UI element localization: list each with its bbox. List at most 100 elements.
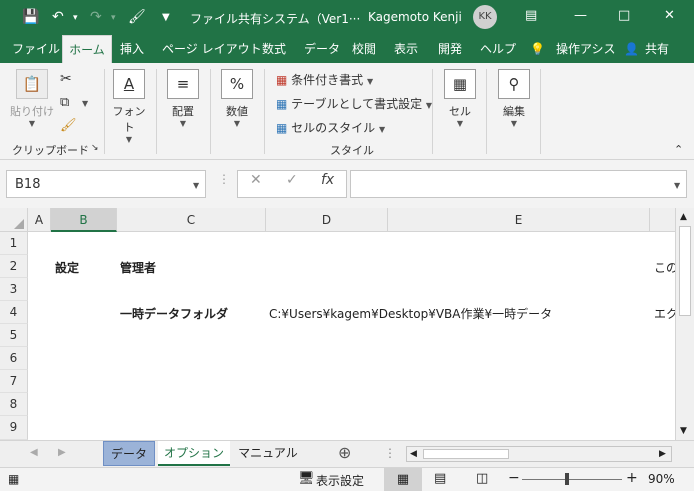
display-settings-icon[interactable]: 🖥 — [298, 471, 315, 486]
cell-styles-button[interactable]: ▦ セルのスタイル ▼ — [276, 119, 385, 136]
tab-file[interactable]: ファイル — [12, 35, 60, 63]
save-icon[interactable]: 💾 — [22, 9, 39, 25]
tab-help[interactable]: ヘルプ — [480, 35, 516, 63]
alignment-button[interactable]: ≡ 配置 ▼ — [162, 69, 204, 128]
user-name[interactable]: Kagemoto Kenji — [368, 10, 462, 24]
normal-view-icon[interactable]: ▦ — [384, 468, 422, 491]
row-header[interactable]: 3 — [0, 278, 28, 301]
sheet-tab-options[interactable]: オプション — [158, 441, 230, 466]
horizontal-scroll-thumb[interactable] — [423, 449, 509, 459]
worksheet-grid[interactable]: A B C D E 1 2 3 4 5 6 7 8 9 設定 管理者 この 一時… — [0, 208, 694, 440]
editing-button[interactable]: ⚲ 編集 ▼ — [494, 69, 534, 128]
zoom-out-icon[interactable]: − — [508, 470, 520, 486]
zoom-level[interactable]: 90% — [648, 472, 675, 486]
row-header[interactable]: 8 — [0, 393, 28, 416]
vertical-scrollbar[interactable]: ▲ ▼ — [675, 208, 694, 440]
column-header-e[interactable]: E — [388, 208, 650, 232]
cut-icon[interactable]: ✂ — [60, 71, 72, 87]
collapse-ribbon-icon[interactable]: ⌃ — [674, 143, 683, 156]
font-button[interactable]: A フォント ▼ — [108, 69, 150, 144]
scroll-up-icon[interactable]: ▲ — [680, 212, 687, 222]
percent-icon: % — [221, 69, 253, 99]
tab-data[interactable]: データ — [304, 35, 340, 63]
customize-quick-access-icon[interactable]: ▼ — [162, 12, 170, 23]
zoom-slider[interactable] — [522, 473, 622, 485]
share-button[interactable]: 共有 — [645, 35, 669, 63]
formula-input[interactable]: ▼ — [350, 170, 687, 198]
display-settings-button[interactable]: 表示設定 — [316, 472, 364, 489]
tab-insert[interactable]: 挿入 — [120, 35, 144, 63]
tab-formulas[interactable]: 数式 — [262, 35, 286, 63]
format-painter-icon[interactable]: 🖌 — [60, 118, 77, 133]
column-header-d[interactable]: D — [266, 208, 388, 232]
title-bar: 💾 ↶ ▾ ↷ ▾ 🖌 ▼ ファイル共有システム（Ver1··· Kagemot… — [0, 0, 694, 35]
undo-dropdown-icon[interactable]: ▾ — [73, 13, 78, 23]
tab-developer[interactable]: 開発 — [438, 35, 462, 63]
paste-dropdown-icon[interactable]: ▼ — [8, 119, 56, 128]
format-as-table-button[interactable]: ▦ テーブルとして書式設定 ▼ — [276, 95, 432, 112]
cells-button[interactable]: ▦ セル ▼ — [440, 69, 480, 128]
page-break-view-icon[interactable]: ◫ — [476, 471, 488, 486]
copy-dropdown-icon[interactable]: ▼ — [82, 99, 88, 108]
vertical-scroll-thumb[interactable] — [679, 226, 691, 316]
tab-view[interactable]: 表示 — [394, 35, 418, 63]
prev-sheet-icon[interactable]: ◀ — [30, 447, 38, 458]
horizontal-scrollbar[interactable]: ◀ ▶ — [406, 446, 672, 462]
row-header[interactable]: 2 — [0, 255, 28, 278]
ribbon-separator — [486, 69, 487, 154]
page-layout-view-icon[interactable]: ▤ — [434, 471, 446, 486]
avatar[interactable]: KK — [473, 5, 497, 29]
maximize-icon[interactable]: □ — [618, 8, 630, 23]
brush-icon[interactable]: 🖌 — [128, 9, 146, 25]
column-header-b[interactable]: B — [51, 208, 117, 232]
font-icon: A — [113, 69, 145, 99]
insert-function-button[interactable]: fx — [321, 172, 334, 188]
row-header[interactable]: 1 — [0, 232, 28, 255]
conditional-formatting-dropdown-icon: ▼ — [367, 77, 374, 86]
name-box-dropdown-icon[interactable]: ▼ — [193, 181, 199, 190]
row-header[interactable]: 5 — [0, 324, 28, 347]
name-box[interactable]: B18 ▼ — [6, 170, 206, 198]
row-header[interactable]: 7 — [0, 370, 28, 393]
ribbon-tabs: ファイル ホーム 挿入 ページ レイアウト 数式 データ 校閲 表示 開発 ヘル… — [0, 35, 694, 63]
column-header-a[interactable]: A — [28, 208, 51, 232]
column-header-f[interactable] — [650, 208, 675, 232]
cell-d4[interactable]: C:¥Users¥kagem¥Desktop¥VBA作業¥一時データ — [269, 305, 552, 322]
scroll-right-icon[interactable]: ▶ — [659, 449, 666, 459]
ribbon-separator — [264, 69, 265, 154]
number-button[interactable]: % 数値 ▼ — [216, 69, 258, 128]
zoom-slider-thumb[interactable] — [565, 473, 569, 485]
row-header[interactable]: 6 — [0, 347, 28, 370]
row-header[interactable]: 4 — [0, 301, 28, 324]
close-icon[interactable]: ✕ — [664, 8, 675, 23]
expand-formula-bar-icon[interactable]: ▼ — [674, 181, 680, 190]
cell-c4[interactable]: 一時データフォルダ — [120, 305, 228, 322]
cell-b2[interactable]: 設定 — [55, 259, 79, 276]
select-all-corner[interactable] — [0, 208, 28, 232]
tab-page-layout[interactable]: ページ レイアウト — [162, 35, 262, 63]
paste-button[interactable]: 📋 貼り付け ▼ — [8, 69, 56, 128]
sheet-tab-data[interactable]: データ — [103, 441, 155, 466]
next-sheet-icon[interactable]: ▶ — [58, 447, 66, 458]
conditional-formatting-button[interactable]: ▦ 条件付き書式 ▼ — [276, 71, 373, 88]
tell-me-search[interactable]: 操作アシス — [556, 35, 616, 63]
add-sheet-icon[interactable]: ⊕ — [338, 443, 351, 462]
scroll-left-icon[interactable]: ◀ — [410, 449, 417, 459]
clipboard-launcher-icon[interactable]: ↘ — [91, 143, 99, 153]
zoom-in-icon[interactable]: + — [626, 470, 638, 486]
column-header-c[interactable]: C — [117, 208, 266, 232]
styles-group-label: スタイル — [330, 144, 374, 157]
tab-review[interactable]: 校閲 — [352, 35, 376, 63]
copy-icon[interactable]: ⧉ — [60, 95, 69, 110]
macro-record-icon[interactable]: ▦ — [8, 472, 19, 486]
minimize-icon[interactable]: — — [574, 8, 587, 23]
cell-c2[interactable]: 管理者 — [120, 259, 156, 276]
row-header[interactable]: 9 — [0, 416, 28, 440]
person-icon[interactable]: 👤 — [624, 35, 639, 63]
lightbulb-icon[interactable]: 💡 — [530, 35, 545, 63]
scroll-down-icon[interactable]: ▼ — [680, 426, 687, 436]
ribbon-display-options-icon[interactable]: ▤ — [525, 8, 537, 23]
tab-home[interactable]: ホーム — [62, 35, 112, 63]
undo-icon[interactable]: ↶ — [52, 9, 64, 25]
sheet-tab-manual[interactable]: マニュアル — [232, 441, 304, 466]
